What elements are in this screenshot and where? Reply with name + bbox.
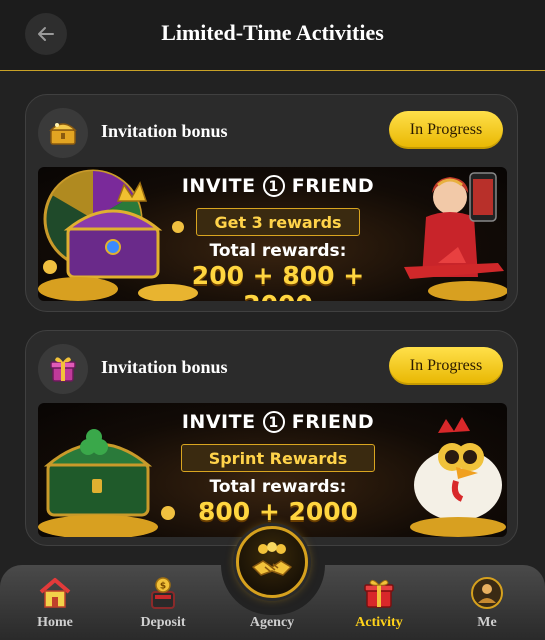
home-icon bbox=[37, 575, 73, 611]
nav-label-home: Home bbox=[37, 615, 73, 630]
nav-label-activity: Activity bbox=[355, 615, 403, 630]
treasure-chest-icon bbox=[38, 108, 88, 158]
banner-total-value: 200 + 800 + 2000 bbox=[191, 261, 365, 301]
banner-headline-suffix: FRIEND bbox=[291, 411, 375, 433]
nav-label-agency: Agency bbox=[249, 615, 295, 630]
nav-item-deposit[interactable]: $ Deposit bbox=[128, 575, 198, 631]
banner-total-label: Total rewards: bbox=[209, 241, 347, 261]
banner-headline-prefix: INVITE bbox=[181, 175, 256, 197]
activity-card[interactable]: Invitation bonus In Progress INVITE 1 FR… bbox=[25, 94, 518, 312]
banner-headline: INVITE 1 FRIEND bbox=[168, 175, 388, 197]
top-bar: Limited-Time Activities bbox=[0, 0, 545, 71]
nav-item-activity[interactable]: Activity bbox=[344, 575, 414, 631]
banner-subtitle: Sprint Rewards bbox=[181, 444, 375, 472]
banner-headline: INVITE 1 FRIEND bbox=[168, 411, 388, 433]
activity-title: Invitation bonus bbox=[101, 121, 228, 141]
nav-item-home[interactable]: Home bbox=[20, 575, 90, 631]
activity-title: Invitation bonus bbox=[101, 357, 228, 377]
nav-label-me: Me bbox=[477, 615, 497, 630]
banner-total-label: Total rewards: bbox=[209, 477, 347, 497]
banner-headline-number: 1 bbox=[262, 411, 285, 433]
nav-item-me[interactable]: Me bbox=[452, 575, 522, 631]
status-button[interactable]: In Progress bbox=[389, 347, 503, 385]
promo-banner[interactable]: INVITE 1 FRIEND Get 3 rewards Total rewa… bbox=[38, 167, 507, 301]
deposit-icon: $ bbox=[145, 575, 181, 611]
nav-label-deposit: Deposit bbox=[140, 615, 186, 630]
status-button[interactable]: In Progress bbox=[389, 111, 503, 149]
promo-banner[interactable]: INVITE 1 FRIEND Sprint Rewards Total rew… bbox=[38, 403, 507, 537]
page-title: Limited-Time Activities bbox=[161, 20, 384, 45]
banner-subtitle: Get 3 rewards bbox=[196, 208, 360, 236]
agency-button[interactable] bbox=[236, 526, 308, 598]
gift-icon bbox=[361, 575, 397, 611]
gift-box-icon bbox=[38, 344, 88, 394]
banner-headline-suffix: FRIEND bbox=[291, 175, 375, 197]
svg-text:$: $ bbox=[160, 582, 166, 592]
handshake-icon bbox=[252, 542, 292, 576]
banner-headline-number: 1 bbox=[262, 175, 285, 197]
banner-total-value: 800 + 2000 bbox=[197, 497, 359, 526]
avatar-icon bbox=[469, 575, 505, 611]
banner-headline-prefix: INVITE bbox=[181, 411, 256, 433]
activity-card[interactable]: Invitation bonus In Progress INVITE 1 FR… bbox=[25, 330, 518, 546]
